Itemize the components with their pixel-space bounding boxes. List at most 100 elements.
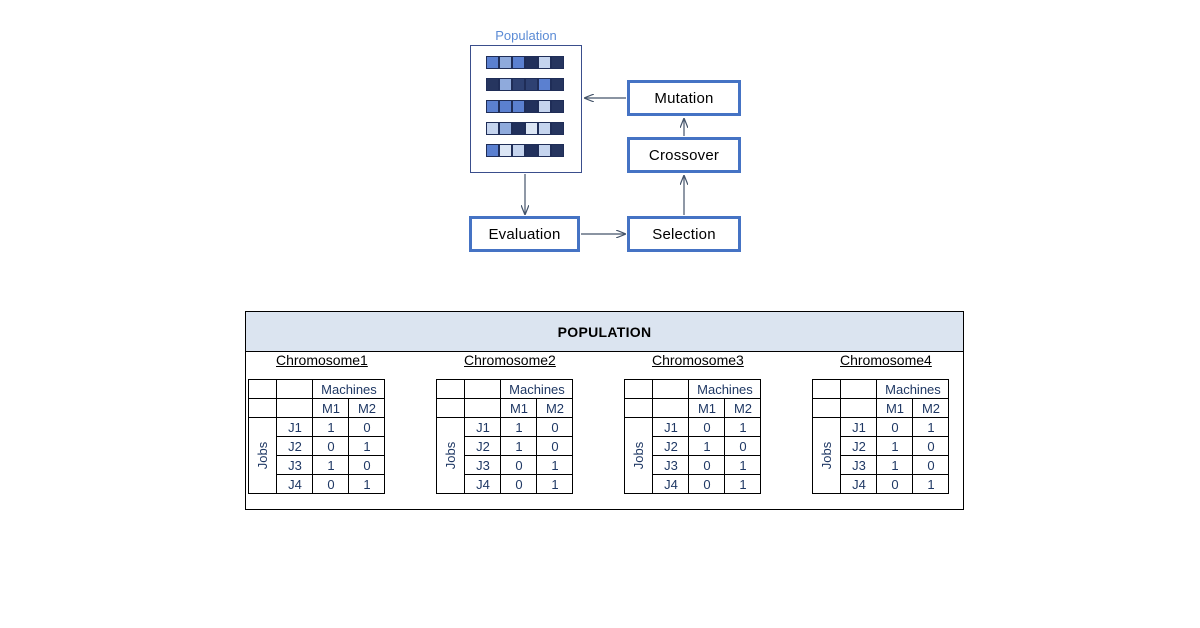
- machine-column-header: M2: [724, 398, 762, 418]
- job-row-label: J3: [840, 455, 878, 475]
- job-row-label: J3: [276, 455, 314, 475]
- assignment-cell[interactable]: 1: [912, 474, 950, 494]
- assignment-cell[interactable]: 0: [688, 455, 726, 475]
- population-grid-cell: [512, 144, 525, 157]
- assignment-cell[interactable]: 1: [688, 436, 726, 456]
- machine-column-header: M2: [536, 398, 574, 418]
- assignment-cell[interactable]: 1: [724, 474, 762, 494]
- job-row-label: J4: [652, 474, 690, 494]
- assignment-cell[interactable]: 1: [876, 455, 914, 475]
- population-grid-cell: [486, 122, 499, 135]
- assignment-cell[interactable]: 1: [312, 417, 350, 437]
- assignment-cell[interactable]: 1: [348, 474, 386, 494]
- assignment-cell[interactable]: 1: [876, 436, 914, 456]
- assignment-cell[interactable]: 1: [724, 417, 762, 437]
- assignment-cell[interactable]: 0: [912, 455, 950, 475]
- assignment-cell[interactable]: 1: [312, 455, 350, 475]
- assignment-cell[interactable]: 0: [312, 474, 350, 494]
- spacer-cell: [464, 379, 502, 399]
- chromosome-block: Chromosome3 Machines M1 M2 Jobs J1 0 1 J2 1 0 J3 0 1 J…: [623, 352, 762, 494]
- population-grid-cell: [551, 56, 564, 69]
- job-row-label: J3: [652, 455, 690, 475]
- assignment-cell[interactable]: 1: [912, 417, 950, 437]
- spacer-cell: [652, 379, 690, 399]
- population-grid-cell: [525, 56, 538, 69]
- population-grid-cell: [551, 100, 564, 113]
- assignment-cell[interactable]: 0: [536, 436, 574, 456]
- assignment-cell[interactable]: 0: [348, 455, 386, 475]
- population-grid-cell: [499, 144, 512, 157]
- assignment-cell[interactable]: 0: [312, 436, 350, 456]
- assignment-cell[interactable]: 0: [688, 417, 726, 437]
- table-row: Machines: [811, 379, 950, 399]
- flow-box-crossover[interactable]: Crossover: [627, 137, 741, 173]
- genetic-algorithm-flowchart: Population Mutation Crossover Selection …: [0, 0, 1200, 290]
- assignment-cell[interactable]: 0: [500, 474, 538, 494]
- spacer-cell: [623, 398, 654, 418]
- chromosome-title: Chromosome3: [652, 352, 744, 368]
- spacer-cell: [276, 398, 314, 418]
- spacer-cell: [811, 398, 842, 418]
- population-grid-cell: [551, 122, 564, 135]
- spacer-cell: [840, 379, 878, 399]
- assignment-cell[interactable]: 0: [724, 436, 762, 456]
- population-frame-label: Population: [495, 28, 557, 43]
- assignment-cell[interactable]: 0: [688, 474, 726, 494]
- assignment-cell[interactable]: 1: [724, 455, 762, 475]
- flow-box-evaluation[interactable]: Evaluation: [469, 216, 580, 252]
- population-grid-cell: [538, 78, 551, 91]
- machines-header: Machines: [312, 379, 386, 399]
- job-row-label: J4: [276, 474, 314, 494]
- flow-box-mutation[interactable]: Mutation: [627, 80, 741, 116]
- job-row-label: J4: [840, 474, 878, 494]
- chromosome-table: Machines M1 M2 Jobs J1 0 1 J2 1 0 J3 1 0 J4 0 1: [811, 379, 950, 494]
- population-grid-cell: [512, 56, 525, 69]
- assignment-cell[interactable]: 0: [876, 474, 914, 494]
- table-row: Jobs J1 1 0: [247, 417, 386, 494]
- jobs-header-label: Jobs: [443, 441, 459, 470]
- population-grid-cell: [499, 122, 512, 135]
- machine-column-header: M2: [912, 398, 950, 418]
- assignment-cell[interactable]: 0: [500, 455, 538, 475]
- job-row-label: J1: [652, 417, 690, 437]
- table-row: Jobs J1 1 0: [435, 417, 574, 494]
- population-grid-cell: [486, 78, 499, 91]
- assignment-cell[interactable]: 0: [348, 417, 386, 437]
- spacer-cell: [247, 379, 278, 399]
- job-row-label: J1: [840, 417, 878, 437]
- population-grid-cell: [525, 122, 538, 135]
- table-row: M1 M2: [247, 398, 386, 418]
- chromosome-table: Machines M1 M2 Jobs J1 0 1 J2 1 0 J3 0 1 J4 0 1: [623, 379, 762, 494]
- spacer-cell: [811, 379, 842, 399]
- jobs-header-label: Jobs: [819, 441, 835, 470]
- flow-box-selection-label: Selection: [652, 225, 716, 243]
- assignment-cell[interactable]: 0: [876, 417, 914, 437]
- machine-column-header: M1: [312, 398, 350, 418]
- population-frame: [470, 45, 582, 173]
- assignment-cell[interactable]: 1: [500, 436, 538, 456]
- assignment-cell[interactable]: 1: [536, 455, 574, 475]
- machines-header: Machines: [876, 379, 950, 399]
- chromosome-block: Chromosome1 Machines M1 M2 Jobs J1 1 0 J2 0 1 J3 1 0 J…: [247, 352, 386, 494]
- assignment-cell[interactable]: 1: [536, 474, 574, 494]
- population-chromosome-grid: [486, 56, 564, 157]
- chromosome-table: Machines M1 M2 Jobs J1 1 0 J2 1 0 J3 0 1 J4 0 1: [435, 379, 574, 494]
- jobs-header: Jobs: [811, 417, 842, 494]
- population-grid-cell: [538, 144, 551, 157]
- flow-box-selection[interactable]: Selection: [627, 216, 741, 252]
- population-panel-header: POPULATION: [246, 312, 963, 352]
- assignment-cell[interactable]: 0: [912, 436, 950, 456]
- spacer-cell: [840, 398, 878, 418]
- flow-box-crossover-label: Crossover: [648, 146, 720, 164]
- jobs-header: Jobs: [435, 417, 466, 494]
- spacer-cell: [435, 398, 466, 418]
- assignment-cell[interactable]: 0: [536, 417, 574, 437]
- jobs-header: Jobs: [623, 417, 654, 494]
- population-grid-cell: [486, 56, 499, 69]
- population-grid-cell: [499, 100, 512, 113]
- population-panel-title: POPULATION: [557, 323, 652, 340]
- chromosome-block: Chromosome2 Machines M1 M2 Jobs J1 1 0 J2 1 0 J3 0 1 J…: [435, 352, 574, 494]
- assignment-cell[interactable]: 1: [348, 436, 386, 456]
- assignment-cell[interactable]: 1: [500, 417, 538, 437]
- population-grid-cell: [486, 100, 499, 113]
